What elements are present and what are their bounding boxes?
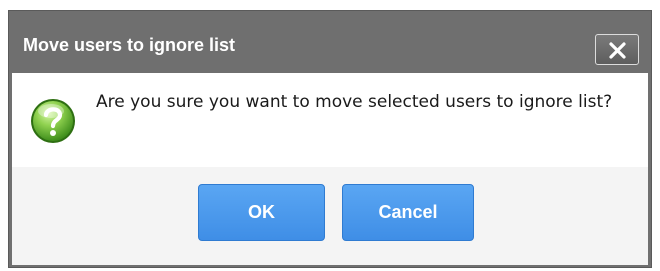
ok-button[interactable]: OK — [198, 184, 325, 241]
move-users-dialog: Move users to ignore list Are you sure y… — [8, 10, 652, 268]
cancel-button[interactable]: Cancel — [342, 184, 474, 241]
close-button[interactable] — [595, 34, 639, 65]
confirmation-message: Are you sure you want to move selected u… — [96, 92, 613, 112]
message-panel: Are you sure you want to move selected u… — [12, 73, 648, 167]
close-x-icon — [609, 42, 626, 59]
dialog-title: Move users to ignore list — [23, 35, 236, 55]
question-mark-icon — [31, 99, 75, 143]
button-panel: OK Cancel — [12, 167, 648, 265]
dialog-titlebar: Move users to ignore list — [9, 11, 651, 73]
